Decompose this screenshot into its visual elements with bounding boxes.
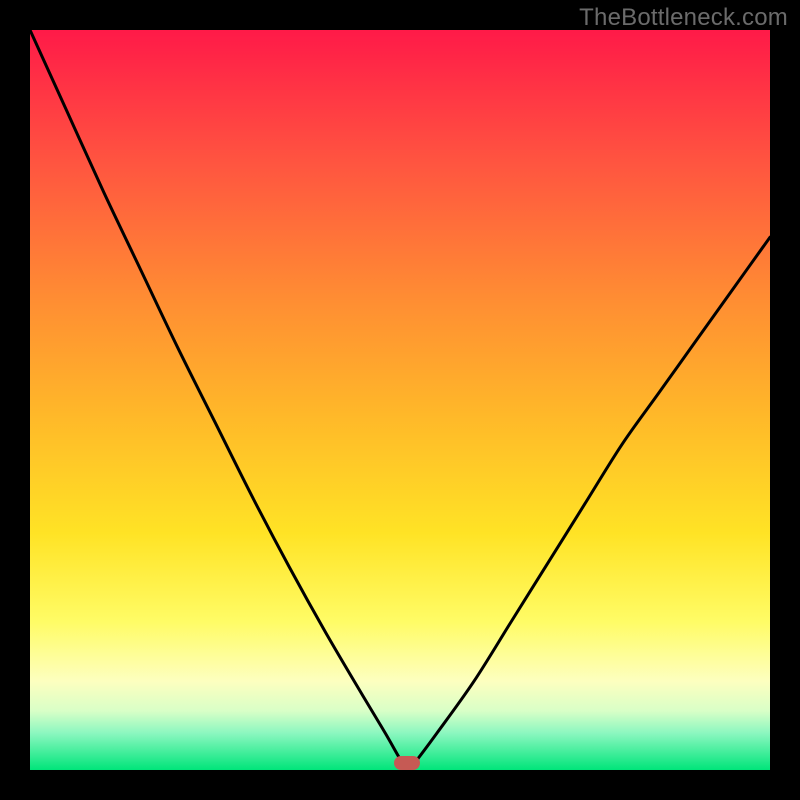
plot-area	[30, 30, 770, 770]
bottleneck-curve	[30, 30, 770, 770]
watermark-text: TheBottleneck.com	[579, 4, 788, 32]
curve-svg	[30, 30, 770, 770]
minimum-marker	[394, 756, 420, 770]
chart-frame: TheBottleneck.com	[0, 0, 800, 800]
